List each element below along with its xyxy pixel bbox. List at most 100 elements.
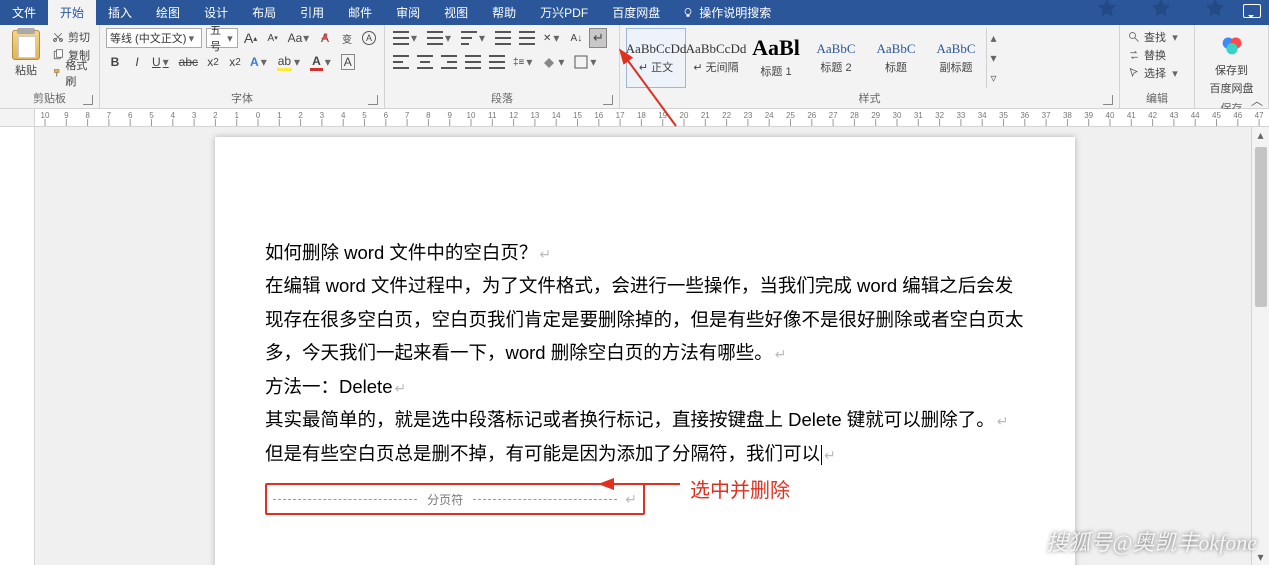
style-tile[interactable]: AaBbCcDd↵ 正文 — [626, 28, 686, 88]
italic-button[interactable]: I — [128, 52, 146, 72]
svg-text:11: 11 — [488, 111, 497, 120]
paste-button[interactable]: 粘贴 — [6, 28, 46, 80]
doc-paragraph[interactable]: 但是有些空白页总是删不掉，有可能是因为添加了分隔符，我们可以↵ — [265, 438, 1025, 471]
save-to-baidu-button[interactable]: 保存到 百度网盘 — [1201, 28, 1262, 98]
document-area: 如何删除 word 文件中的空白页？↵ 在编辑 word 文件过程中，为了文件格… — [0, 127, 1251, 565]
clipboard-launcher[interactable] — [83, 95, 93, 105]
doc-paragraph[interactable]: 方法一：Delete↵ — [265, 371, 1025, 404]
vertical-scrollbar[interactable]: ▴ ▾ — [1251, 127, 1269, 565]
phonetic-guide-button[interactable]: 变 — [338, 28, 356, 48]
numbering-button[interactable]: ▾ — [425, 28, 455, 48]
svg-text:44: 44 — [1191, 111, 1200, 120]
style-tile[interactable]: AaBbCcDd↵ 无间隔 — [686, 28, 746, 88]
change-case-button[interactable]: Aa▾ — [286, 28, 312, 48]
document-page[interactable]: 如何删除 word 文件中的空白页？↵ 在编辑 word 文件过程中，为了文件格… — [215, 137, 1075, 565]
style-preview: AaBl — [752, 37, 800, 59]
styles-gallery[interactable]: AaBbCcDd↵ 正文AaBbCcDd↵ 无间隔AaBl标题 1AaBbC标题… — [626, 28, 1113, 88]
tab-mail[interactable]: 邮件 — [336, 0, 384, 25]
format-painter-button[interactable]: 格式刷 — [50, 64, 93, 82]
styles-launcher[interactable] — [1103, 95, 1113, 105]
show-formatting-button[interactable]: ↵ — [589, 28, 607, 48]
tab-home[interactable]: 开始 — [48, 0, 96, 25]
font-size-combo[interactable]: 五号▾ — [206, 28, 238, 48]
style-tile[interactable]: AaBbC标题 2 — [806, 28, 866, 88]
page-break-selection[interactable]: 分页符 ↵ — [265, 483, 645, 515]
ruler-vertical[interactable] — [0, 127, 35, 565]
styles-scroll[interactable]: ▴▾▿ — [986, 28, 1000, 88]
align-distributed-button[interactable] — [487, 52, 507, 72]
paragraph-mark-icon: ↵ — [995, 413, 1009, 429]
style-tile[interactable]: AaBl标题 1 — [746, 28, 806, 88]
tab-baidu[interactable]: 百度网盘 — [600, 0, 672, 25]
cut-button[interactable]: 剪切 — [50, 28, 93, 46]
grow-font-button[interactable]: A▴ — [242, 28, 260, 48]
char-shading-button[interactable]: A — [339, 52, 357, 72]
svg-text:4: 4 — [171, 111, 176, 120]
tab-file[interactable]: 文件 — [0, 0, 48, 25]
tab-view[interactable]: 视图 — [432, 0, 480, 25]
tab-help[interactable]: 帮助 — [480, 0, 528, 25]
enclose-char-button[interactable]: A — [360, 28, 378, 48]
strikethrough-button[interactable]: abc — [177, 52, 200, 72]
comments-icon[interactable] — [1243, 4, 1261, 18]
asian-layout-button[interactable]: ✕▾ — [541, 28, 563, 48]
line-spacing-button[interactable]: ‡≡▾ — [511, 52, 536, 72]
align-left-button[interactable] — [391, 52, 411, 72]
style-tile[interactable]: AaBbC标题 — [866, 28, 926, 88]
bold-button[interactable]: B — [106, 52, 124, 72]
collapse-ribbon-button[interactable]: ︿ — [1251, 92, 1263, 109]
align-left-icon — [393, 55, 409, 69]
styles-more[interactable]: ▿ — [987, 68, 1000, 88]
highlight-button[interactable]: ab▾ — [275, 52, 304, 72]
svg-text:28: 28 — [850, 111, 859, 120]
shrink-font-button[interactable]: A▾ — [264, 28, 282, 48]
align-center-button[interactable] — [415, 52, 435, 72]
svg-text:22: 22 — [722, 111, 731, 120]
shading-button[interactable]: ▾ — [540, 52, 568, 72]
doc-paragraph[interactable]: 在编辑 word 文件过程中，为了文件格式，会进行一些操作，当我们完成 word… — [265, 270, 1025, 370]
scroll-thumb[interactable] — [1255, 147, 1267, 307]
style-name-label: 标题 — [885, 59, 907, 75]
scroll-up-button[interactable]: ▴ — [1252, 127, 1269, 143]
tab-references[interactable]: 引用 — [288, 0, 336, 25]
style-name-label: ↵ 正文 — [639, 59, 673, 75]
doc-paragraph[interactable]: 其实最简单的，就是选中段落标记或者换行标记，直接按键盘上 Delete 键就可以… — [265, 404, 1025, 437]
font-color-button[interactable]: A▾ — [308, 52, 335, 72]
multilevel-list-button[interactable]: ▾ — [459, 28, 489, 48]
increase-indent-button[interactable] — [517, 28, 537, 48]
align-justify-button[interactable] — [463, 52, 483, 72]
tab-layout[interactable]: 布局 — [240, 0, 288, 25]
page-viewport[interactable]: 如何删除 word 文件中的空白页？↵ 在编辑 word 文件过程中，为了文件格… — [35, 127, 1251, 565]
watermark-text: 搜狐号@奥凯丰okfone — [1046, 525, 1257, 557]
group-clipboard: 粘贴 剪切 复制 格式刷 剪贴板 — [0, 25, 100, 108]
align-right-button[interactable] — [439, 52, 459, 72]
sort-button[interactable]: A↓ — [567, 28, 585, 48]
subscript-button[interactable]: x2 — [204, 52, 222, 72]
borders-button[interactable]: ▾ — [572, 52, 600, 72]
tab-insert[interactable]: 插入 — [96, 0, 144, 25]
clear-formatting-button[interactable]: A◢ — [316, 28, 334, 48]
paragraph-launcher[interactable] — [603, 95, 613, 105]
find-button[interactable]: 查找▾ — [1126, 28, 1188, 46]
styles-down[interactable]: ▾ — [987, 48, 1000, 68]
tab-design[interactable]: 设计 — [192, 0, 240, 25]
bullets-button[interactable]: ▾ — [391, 28, 421, 48]
tab-wxpdf[interactable]: 万兴PDF — [528, 0, 600, 25]
svg-text:10: 10 — [41, 111, 50, 120]
doc-paragraph[interactable]: 如何删除 word 文件中的空白页？↵ — [265, 237, 1025, 270]
font-launcher[interactable] — [368, 95, 378, 105]
tell-me-search[interactable]: 操作说明搜索 — [672, 0, 781, 25]
ruler-horizontal[interactable]: 1098765432101234567891011121314151617181… — [0, 109, 1269, 127]
select-button[interactable]: 选择▾ — [1126, 64, 1188, 82]
tab-draw[interactable]: 绘图 — [144, 0, 192, 25]
tab-review[interactable]: 审阅 — [384, 0, 432, 25]
style-tile[interactable]: AaBbC副标题 — [926, 28, 986, 88]
styles-up[interactable]: ▴ — [987, 28, 1000, 48]
svg-text:37: 37 — [1042, 111, 1051, 120]
superscript-button[interactable]: x2 — [226, 52, 244, 72]
decrease-indent-button[interactable] — [493, 28, 513, 48]
replace-button[interactable]: 替换 — [1126, 46, 1188, 64]
underline-button[interactable]: U▾ — [150, 52, 173, 72]
text-effects-button[interactable]: A▾ — [248, 52, 271, 72]
font-name-combo[interactable]: 等线 (中文正文)▾ — [106, 28, 202, 48]
